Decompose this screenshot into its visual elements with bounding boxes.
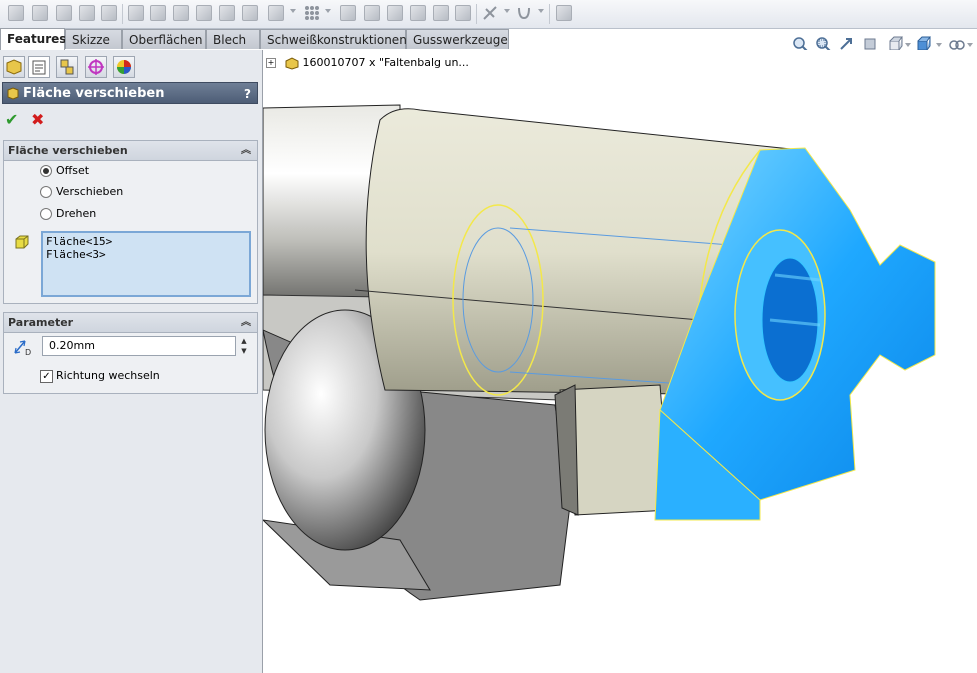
feature-manager-tab[interactable] xyxy=(3,56,25,78)
indent-icon[interactable] xyxy=(268,5,284,21)
group-title: Fläche verschieben ︽ xyxy=(4,141,257,161)
deform-icon[interactable] xyxy=(242,5,258,21)
pattern-dropdown-icon[interactable] xyxy=(325,9,331,13)
face-selection-icon xyxy=(14,234,30,250)
feature-toolbar xyxy=(0,0,977,29)
option-offset-label: Offset xyxy=(56,164,90,177)
view-orientation-dropdown-icon[interactable] xyxy=(905,43,911,47)
move-face-icon[interactable] xyxy=(32,5,48,21)
property-manager-tab[interactable] xyxy=(28,56,50,78)
ok-button[interactable]: ✔ xyxy=(5,110,18,129)
parameter-group: Parameter ︽ D 0.20mm ▲ ▼ ✓ Richtung wechs… xyxy=(3,312,258,394)
tab-blech[interactable]: Blech xyxy=(206,29,260,49)
list-item[interactable]: Fläche<3> xyxy=(46,248,246,261)
group-title: Parameter ︽ xyxy=(4,313,257,333)
property-manager: Fläche verschieben ? ✔ ✖ Fläche verschie… xyxy=(0,50,263,673)
fillet-icon[interactable] xyxy=(128,5,144,21)
intersect-icon[interactable] xyxy=(410,5,426,21)
distance-icon: D xyxy=(12,338,32,357)
dome-icon[interactable] xyxy=(79,5,95,21)
radio-drehen[interactable] xyxy=(40,208,52,220)
delete-body-icon[interactable] xyxy=(433,5,449,21)
instant3d-icon[interactable] xyxy=(556,5,572,21)
hide-show-dropdown-icon[interactable] xyxy=(967,43,973,47)
revolve-icon[interactable] xyxy=(56,5,72,21)
move-face-icon xyxy=(6,86,20,100)
part-name: 160010707 x "Faltenbalg un... xyxy=(302,56,469,69)
tab-features[interactable]: Features xyxy=(0,28,66,50)
draft-icon[interactable] xyxy=(150,5,166,21)
move-face-group: Fläche verschieben ︽ Offset Verschieben … xyxy=(3,140,258,304)
part-icon xyxy=(284,56,300,70)
model-view[interactable] xyxy=(263,50,977,673)
indent-dropdown-icon[interactable] xyxy=(290,9,296,13)
pattern-icon[interactable] xyxy=(304,5,320,21)
graphics-area[interactable] xyxy=(263,50,977,673)
move-copy-icon[interactable] xyxy=(364,5,380,21)
mirror-icon[interactable] xyxy=(340,5,356,21)
flex-icon[interactable] xyxy=(219,5,235,21)
configuration-manager-tab[interactable] xyxy=(56,56,78,78)
group-title-label: Fläche verschieben xyxy=(8,144,128,157)
combine-icon[interactable] xyxy=(387,5,403,21)
radio-offset[interactable] xyxy=(40,165,52,177)
split-line-icon[interactable] xyxy=(8,5,24,21)
list-item[interactable]: Fläche<15> xyxy=(46,235,246,248)
distance-input[interactable]: 0.20mm xyxy=(42,336,236,356)
reference-geometry-dropdown-icon[interactable] xyxy=(504,9,510,13)
help-button[interactable]: ? xyxy=(244,83,251,105)
display-manager-tab[interactable] xyxy=(113,56,135,78)
tab-schweisskonstruktionen[interactable]: Schweißkonstruktionen xyxy=(260,29,407,49)
spin-up-icon[interactable]: ▲ xyxy=(238,336,250,346)
group-title-label: Parameter xyxy=(8,316,74,329)
tab-skizze[interactable]: Skizze xyxy=(65,29,122,49)
manager-tabs xyxy=(0,50,262,80)
property-manager-header: Fläche verschieben ? xyxy=(2,82,258,104)
page-title: Fläche verschieben xyxy=(23,86,165,101)
option-offset[interactable]: Offset xyxy=(40,163,89,179)
reverse-direction-option[interactable]: ✓ Richtung wechseln xyxy=(40,369,160,383)
wrap-icon[interactable] xyxy=(173,5,189,21)
expand-icon[interactable]: + xyxy=(266,58,276,68)
display-style-dropdown-icon[interactable] xyxy=(936,43,942,47)
feature-tree-root[interactable]: + 160010707 x "Faltenbalg un... xyxy=(266,55,469,71)
dimxpert-manager-tab[interactable] xyxy=(85,56,107,78)
radio-verschieben[interactable] xyxy=(40,186,52,198)
command-manager-tabs: Features Skizze Oberflächen Blech Schwei… xyxy=(0,28,520,50)
collapse-icon[interactable]: ︽ xyxy=(241,141,251,160)
option-verschieben[interactable]: Verschieben xyxy=(40,184,123,200)
option-drehen-label: Drehen xyxy=(56,207,97,220)
curves-dropdown-icon[interactable] xyxy=(538,9,544,13)
cancel-button[interactable]: ✖ xyxy=(31,110,44,129)
collapse-icon[interactable]: ︽ xyxy=(241,313,251,332)
svg-text:D: D xyxy=(25,348,31,356)
tab-oberflaechen[interactable]: Oberflächen xyxy=(122,29,206,49)
reverse-direction-checkbox[interactable]: ✓ xyxy=(40,369,53,383)
reference-geometry-icon[interactable] xyxy=(482,5,498,21)
reverse-direction-label: Richtung wechseln xyxy=(56,369,160,382)
split-body-icon[interactable] xyxy=(455,5,471,21)
face-selection-list[interactable]: Fläche<15> Fläche<3> xyxy=(41,231,251,297)
rib-icon[interactable] xyxy=(196,5,212,21)
curves-icon[interactable] xyxy=(516,5,532,21)
tab-gusswerkzeuge[interactable]: Gusswerkzeuge xyxy=(406,29,509,49)
shell-icon[interactable] xyxy=(101,5,117,21)
spin-down-icon[interactable]: ▼ xyxy=(238,346,250,356)
option-verschieben-label: Verschieben xyxy=(56,185,124,198)
option-drehen[interactable]: Drehen xyxy=(40,206,96,222)
